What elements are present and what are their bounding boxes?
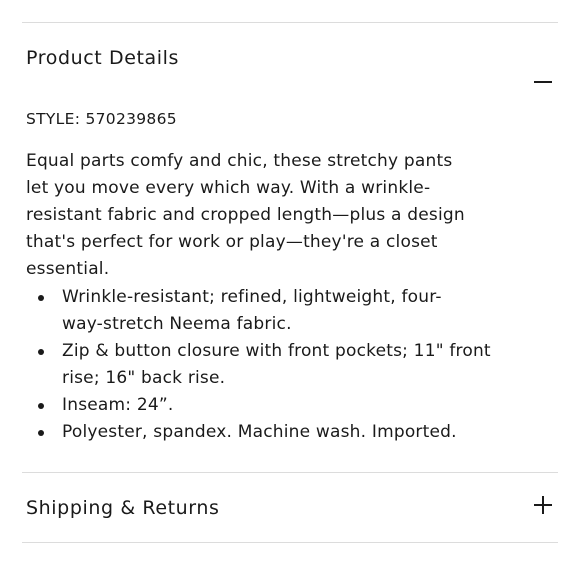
feature-line: way-stretch Neema fabric. — [62, 314, 292, 334]
shipping-returns-title: Shipping & Returns — [26, 497, 220, 519]
description-line: Equal parts comfy and chic, these stretc… — [26, 151, 453, 171]
description-line: resistant fabric and cropped length—plus… — [26, 205, 465, 225]
feature-line: Polyester, spandex. Machine wash. Import… — [62, 422, 457, 442]
style-number: STYLE: 570239865 — [26, 110, 177, 128]
product-details-title: Product Details — [26, 47, 180, 69]
list-item: Zip & button closure with front pockets;… — [26, 338, 556, 392]
feature-line: Inseam: 24”. — [62, 395, 174, 415]
minus-icon[interactable] — [534, 73, 552, 91]
top-divider — [22, 22, 558, 23]
bullet-icon — [38, 349, 44, 355]
description-line: essential. — [26, 259, 110, 279]
bullet-icon — [38, 430, 44, 436]
plus-icon[interactable] — [534, 496, 552, 514]
plus-icon-vertical — [542, 496, 544, 514]
description-line: let you move every which way. With a wri… — [26, 178, 431, 198]
bullet-icon — [38, 295, 44, 301]
product-description: Equal parts comfy and chic, these stretc… — [26, 148, 556, 283]
bottom-divider — [22, 542, 558, 543]
minus-icon-bar — [534, 81, 552, 83]
feature-line: Wrinkle-resistant; refined, lightweight,… — [62, 287, 442, 307]
list-item: Wrinkle-resistant; refined, lightweight,… — [26, 284, 556, 338]
feature-list: Wrinkle-resistant; refined, lightweight,… — [26, 284, 556, 446]
feature-line: rise; 16" back rise. — [62, 368, 226, 388]
bullet-icon — [38, 403, 44, 409]
section-divider — [22, 472, 558, 473]
description-line: that's perfect for work or play—they're … — [26, 232, 438, 252]
feature-line: Zip & button closure with front pockets;… — [62, 341, 491, 361]
list-item: Inseam: 24”. — [26, 392, 556, 419]
list-item: Polyester, spandex. Machine wash. Import… — [26, 419, 556, 446]
